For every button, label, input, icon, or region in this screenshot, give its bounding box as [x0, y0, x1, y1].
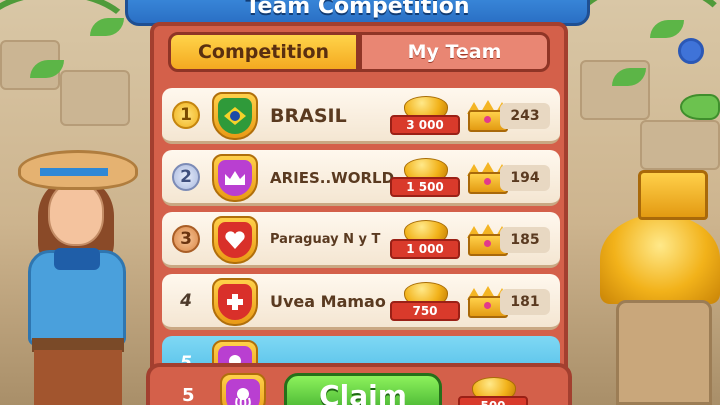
stone-pedestal: [616, 300, 712, 405]
leaderboard-row[interactable]: 1 BRASIL 3 000 243: [162, 88, 560, 144]
crown-gem: [484, 178, 491, 185]
crown-score: 194: [500, 165, 550, 191]
coin-reward: 750: [390, 282, 460, 324]
tab-my-team[interactable]: My Team: [359, 32, 550, 72]
tab-bar: Competition My Team: [168, 32, 550, 72]
coin-amount: 1 500: [390, 177, 460, 197]
crown-score: 243: [500, 103, 550, 129]
heart-emblem-icon: [218, 222, 252, 258]
tab-competition[interactable]: Competition: [168, 32, 359, 72]
own-rank: 5: [182, 385, 195, 405]
team-name: ARIES..WORLD: [270, 169, 395, 187]
rank-medal-bronze: 3: [172, 225, 200, 253]
team-badge: [212, 154, 258, 202]
team-badge: [212, 216, 258, 264]
explorer-character: [10, 150, 140, 405]
team-badge: [212, 278, 258, 326]
coin-reward: 1 500: [390, 158, 460, 200]
page-title: Team Competition: [245, 0, 470, 19]
gold-coin-pile: [600, 214, 720, 304]
coin-reward: 1 000: [390, 220, 460, 262]
brazil-flag-icon: [218, 98, 252, 134]
character-face: [48, 182, 104, 246]
crown-gem: [484, 116, 491, 123]
claim-button[interactable]: Claim: [284, 373, 442, 405]
competition-panel: Competition My Team 1 BRASIL 3 000 243 2…: [150, 22, 568, 405]
team-name: Uvea Mamao: [270, 292, 386, 311]
team-name: Paraguay N y T: [270, 232, 381, 247]
rank-medal-silver: 2: [172, 163, 200, 191]
crown-gem: [484, 302, 491, 309]
coin-reward: 3 000: [390, 96, 460, 138]
team-name: BRASIL: [270, 105, 347, 127]
treasure-pile: [600, 160, 720, 405]
octopus-emblem-icon: [226, 379, 260, 405]
flower-decoration: [678, 38, 704, 64]
team-badge: [212, 92, 258, 140]
leaderboard-row[interactable]: 2 ARIES..WORLD 1 500 194: [162, 150, 560, 206]
character-scarf: [54, 248, 100, 270]
crown-emblem-icon: [218, 160, 252, 196]
crown-score: 181: [500, 289, 550, 315]
own-team-badge: [220, 373, 266, 405]
leaderboard-row[interactable]: 4 Uvea Mamao 750 181: [162, 274, 560, 330]
leaderboard-list: 1 BRASIL 3 000 243 2 ARIES..WORLD 1 500 …: [162, 88, 560, 398]
claim-coin-reward: 500: [458, 377, 532, 405]
character-hat-band: [40, 168, 108, 176]
rank-medal-gold: 1: [172, 101, 200, 129]
claim-bar: 5 Claim 500: [146, 363, 572, 405]
crown-score: 185: [500, 227, 550, 253]
leaderboard-row[interactable]: 3 Paraguay N y T 1 000 185: [162, 212, 560, 268]
rank-number: 4: [180, 291, 192, 311]
chameleon-decoration: [680, 94, 720, 120]
coin-amount: 750: [390, 301, 460, 321]
crown-gem: [484, 240, 491, 247]
coin-amount: 3 000: [390, 115, 460, 135]
claim-coin-amount: 500: [458, 396, 528, 405]
character-pants: [34, 350, 122, 405]
coin-amount: 1 000: [390, 239, 460, 259]
golden-crown-decoration: [638, 170, 708, 220]
swiss-cross-emblem-icon: [218, 284, 252, 320]
